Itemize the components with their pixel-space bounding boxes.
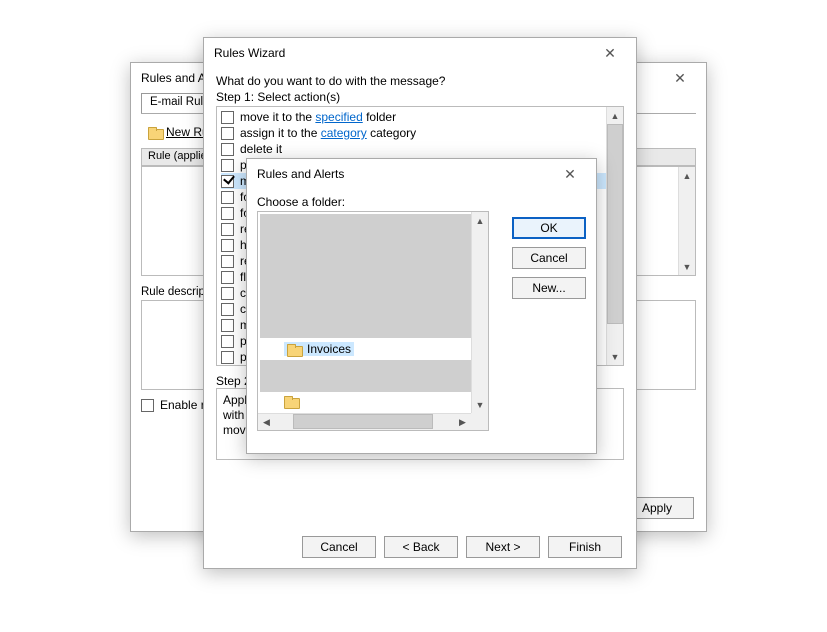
scroll-thumb[interactable] [293, 414, 433, 429]
scrollbar-horizontal[interactable]: ◀ ▶ [258, 413, 471, 430]
scroll-up-icon[interactable]: ▲ [607, 107, 623, 124]
back-button[interactable]: < Back [384, 536, 458, 558]
checkbox[interactable] [221, 111, 234, 124]
checkbox[interactable] [221, 351, 234, 364]
checkbox[interactable] [221, 271, 234, 284]
folder-tree[interactable]: Invoices ▲ ▼ ◀ ▶ [257, 211, 489, 431]
choose-folder-window: Rules and Alerts ✕ Choose a folder: Invo… [246, 158, 597, 454]
category-link[interactable]: category [321, 126, 367, 140]
cancel-button[interactable]: Cancel [302, 536, 376, 558]
checkbox[interactable] [221, 159, 234, 172]
folder-item[interactable] [284, 396, 298, 407]
scroll-corner [471, 413, 488, 430]
titlebar: Rules and Alerts ✕ [247, 159, 596, 189]
wizard-question: What do you want to do with the message? [216, 74, 624, 88]
checkbox[interactable] [221, 287, 234, 300]
window-title: Rules and Alerts [257, 167, 550, 181]
scroll-down-icon[interactable]: ▼ [607, 348, 623, 365]
checkbox[interactable] [221, 191, 234, 204]
finish-button[interactable]: Finish [548, 536, 622, 558]
checkbox[interactable] [221, 223, 234, 236]
ok-button[interactable]: OK [512, 217, 586, 239]
checkbox-checked[interactable] [221, 175, 234, 188]
step1-label: Step 1: Select action(s) [216, 90, 624, 104]
choose-folder-label: Choose a folder: [257, 195, 502, 209]
scroll-down-icon[interactable]: ▼ [472, 396, 488, 413]
checkbox[interactable] [221, 207, 234, 220]
action-assign-category[interactable]: assign it to the category category [221, 125, 619, 141]
checkbox[interactable] [221, 127, 234, 140]
action-move-folder[interactable]: move it to the specified folder [221, 109, 619, 125]
new-folder-button[interactable]: New... [512, 277, 586, 299]
enable-rss-checkbox[interactable] [141, 399, 154, 412]
scroll-up-icon[interactable]: ▲ [679, 167, 695, 184]
close-icon[interactable]: ✕ [660, 65, 700, 91]
window-title: Rules Wizard [214, 46, 590, 60]
titlebar: Rules Wizard ✕ [204, 38, 636, 68]
checkbox[interactable] [221, 143, 234, 156]
redacted-block [260, 214, 471, 338]
folder-label: Invoices [307, 342, 351, 356]
scrollbar-vertical[interactable]: ▲ ▼ [471, 212, 488, 413]
checkbox[interactable] [221, 255, 234, 268]
checkbox[interactable] [221, 335, 234, 348]
specified-link[interactable]: specified [315, 110, 362, 124]
scroll-up-icon[interactable]: ▲ [472, 212, 488, 229]
scroll-down-icon[interactable]: ▼ [679, 258, 695, 275]
scroll-left-icon[interactable]: ◀ [258, 414, 275, 430]
close-icon[interactable]: ✕ [590, 40, 630, 66]
next-button[interactable]: Next > [466, 536, 540, 558]
folder-icon [287, 344, 301, 355]
scroll-right-icon[interactable]: ▶ [454, 414, 471, 430]
close-icon[interactable]: ✕ [550, 161, 590, 187]
folder-icon [284, 396, 298, 407]
checkbox[interactable] [221, 303, 234, 316]
action-delete[interactable]: delete it [221, 141, 619, 157]
folder-icon [148, 127, 162, 138]
scroll-thumb[interactable] [607, 124, 623, 324]
checkbox[interactable] [221, 319, 234, 332]
checkbox[interactable] [221, 239, 234, 252]
redacted-block [260, 360, 471, 392]
cancel-button[interactable]: Cancel [512, 247, 586, 269]
scrollbar[interactable]: ▲ ▼ [606, 107, 623, 365]
folder-item-invoices[interactable]: Invoices [284, 342, 354, 356]
scrollbar[interactable]: ▲ ▼ [678, 167, 695, 275]
